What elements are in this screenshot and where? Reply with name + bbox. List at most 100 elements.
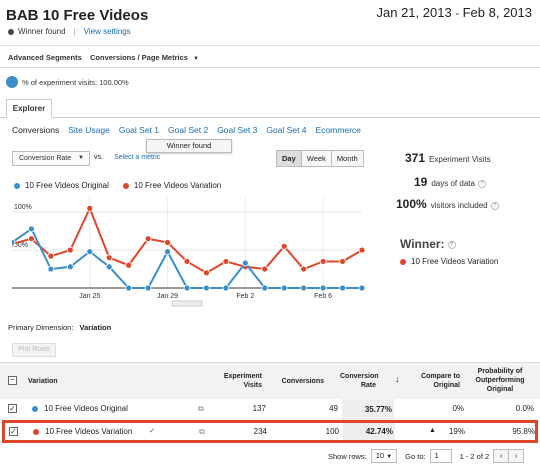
data-point-variation xyxy=(125,261,133,269)
y-tick-label: 100% xyxy=(14,204,32,211)
col-compare[interactable]: Compare to Original xyxy=(410,372,460,390)
prev-page-button[interactable]: ‹ xyxy=(493,449,510,463)
divider xyxy=(0,67,540,68)
legend-dot-icon xyxy=(14,182,20,189)
row-probability: 95.8% xyxy=(512,427,535,436)
plot-rows-button[interactable]: Plot Rows xyxy=(12,343,56,357)
row-conversions: 49 xyxy=(329,404,338,413)
original-dot-icon xyxy=(32,406,38,412)
metric-select[interactable]: Conversion Rate ▼ xyxy=(12,151,90,166)
period-day-button[interactable]: Day xyxy=(276,150,302,167)
row-checkbox[interactable]: ✓ xyxy=(9,427,18,436)
visits-percentage: % of experiment visits: 100.00% xyxy=(6,76,129,88)
show-rows-label: Show rows: xyxy=(328,451,367,461)
days-value: 19 xyxy=(414,175,428,189)
row-visits: 137 xyxy=(252,404,266,413)
data-point-original xyxy=(47,265,55,273)
tab-explorer[interactable]: Explorer xyxy=(6,99,52,118)
table-row-highlighted[interactable]: ✓ 10 Free Videos Variation ✓ ⧉ 234 100 4… xyxy=(2,420,538,443)
data-point-original xyxy=(358,284,366,292)
col-variation[interactable]: Variation xyxy=(28,377,58,386)
visits-label: Experiment Visits xyxy=(429,155,491,164)
row-name: 10 Free Videos Variation xyxy=(45,427,133,436)
variation-dot-icon xyxy=(33,429,39,435)
goto-input[interactable]: 1 xyxy=(429,449,452,463)
row-checkbox[interactable]: ✓ xyxy=(8,404,17,413)
data-point-original xyxy=(28,225,35,233)
view-settings-link[interactable]: View settings xyxy=(84,27,131,36)
line-chart[interactable]: 100%50%Jan 25 Jan 29 Feb 2 Feb 6 xyxy=(12,197,367,309)
subtab-conversions[interactable]: Conversions xyxy=(12,125,59,135)
status-dot-icon xyxy=(8,28,14,35)
row-compare: 0% xyxy=(452,404,464,413)
col-probability[interactable]: Probability of Outperforming Original xyxy=(464,367,536,394)
table-header: − Variation Experiment Visits Conversion… xyxy=(0,363,540,399)
chevron-down-icon: ▼ xyxy=(78,155,84,161)
x-tick-label: Feb 6 xyxy=(314,293,332,300)
col-conversion-rate[interactable]: Conversion Rate xyxy=(340,372,379,390)
subtab-goal-set-4[interactable]: Goal Set 4 xyxy=(266,125,306,135)
pie-icon xyxy=(6,76,18,88)
date-start: Jan 21, 2013 xyxy=(376,5,452,20)
row-probability: 0.0% xyxy=(515,404,534,413)
data-point-variation xyxy=(203,269,210,277)
data-point-variation xyxy=(47,252,55,260)
metrics-menu-label: Conversions / Page Metrics xyxy=(90,53,188,62)
divider: | xyxy=(73,27,76,36)
data-point-original xyxy=(86,248,94,255)
subtab-ecommerce[interactable]: Ecommerce xyxy=(316,125,361,135)
help-icon[interactable]: ? xyxy=(447,240,456,249)
divider xyxy=(0,45,540,46)
data-point-original xyxy=(183,284,191,292)
data-point-original xyxy=(144,284,152,292)
metric-select-value: Conversion Rate xyxy=(19,155,72,162)
data-point-original xyxy=(12,239,16,246)
period-month-button[interactable]: Month xyxy=(330,150,364,167)
variation-dot-icon xyxy=(400,258,406,265)
help-icon[interactable]: ? xyxy=(490,201,499,210)
pagination-range: 1 - 2 of 2 xyxy=(459,451,490,461)
subtab-goal-set-3[interactable]: Goal Set 3 xyxy=(217,125,257,135)
subtab-site-usage[interactable]: Site Usage xyxy=(68,125,110,135)
subtab-goal-set-1[interactable]: Goal Set 1 xyxy=(119,125,159,135)
sort-arrow-icon[interactable]: ↓ xyxy=(395,374,400,384)
date-separator: - xyxy=(455,8,459,20)
period-toggle: Day Week Month xyxy=(276,150,364,167)
period-week-button[interactable]: Week xyxy=(300,150,332,167)
select-all-checkbox[interactable]: − xyxy=(8,376,17,385)
data-point-variation xyxy=(28,235,35,243)
advanced-segments-button[interactable]: Advanced Segments xyxy=(8,53,82,62)
data-point-variation xyxy=(319,258,327,265)
included-label: visitors included xyxy=(430,201,488,210)
x-tick-label: Feb 2 xyxy=(236,293,254,300)
detail-icon[interactable]: ⧉ xyxy=(198,404,204,414)
data-point-original xyxy=(319,284,327,292)
data-point-original xyxy=(222,284,230,292)
primary-dimension: Primary Dimension: Variation xyxy=(8,323,111,332)
table-row[interactable]: ✓ 10 Free Videos Original ⧉ 137 49 35.77… xyxy=(2,399,538,420)
data-point-variation xyxy=(144,235,152,243)
legend-original[interactable]: 10 Free Videos Original xyxy=(14,181,109,190)
col-visits[interactable]: Experiment Visits xyxy=(212,372,262,390)
col-conversions[interactable]: Conversions xyxy=(270,377,324,386)
date-range[interactable]: Jan 21, 2013 - Feb 8, 2013 xyxy=(377,5,533,20)
detail-icon[interactable]: ⧉ xyxy=(199,427,205,437)
data-point-original xyxy=(241,259,249,267)
primary-dimension-value[interactable]: Variation xyxy=(80,323,112,332)
chart-scroll-handle xyxy=(171,300,203,307)
metrics-menu[interactable]: Conversions / Page Metrics ▼ xyxy=(90,53,199,62)
help-icon[interactable]: ? xyxy=(477,179,486,188)
subtabs: Conversions Site Usage Goal Set 1 Goal S… xyxy=(12,125,361,135)
subtab-goal-set-2[interactable]: Goal Set 2 xyxy=(168,125,208,135)
days-label: days of data xyxy=(431,179,475,188)
legend-variation[interactable]: 10 Free Videos Variation xyxy=(122,181,221,190)
select-metric-link[interactable]: Select a metric xyxy=(114,154,160,161)
status-text: Winner found xyxy=(18,27,66,36)
rows-select[interactable]: 10 ▼ xyxy=(370,449,398,463)
visits-value: 371 xyxy=(405,151,426,165)
data-point-original xyxy=(66,263,74,271)
data-point-variation xyxy=(66,246,74,254)
next-page-button[interactable]: › xyxy=(508,449,525,463)
row-rate: 42.74% xyxy=(343,423,395,440)
visits-stat: 371 Experiment Visits xyxy=(405,151,491,165)
